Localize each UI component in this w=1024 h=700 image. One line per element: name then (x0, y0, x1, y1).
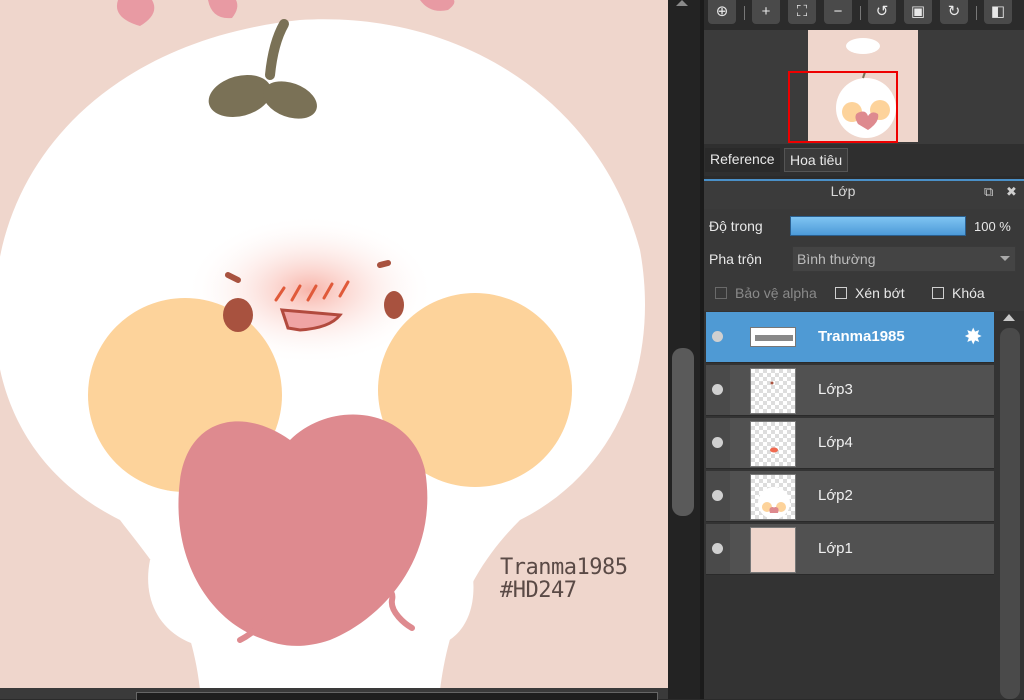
layer-item-tranma1985[interactable]: Tranma1985 ✸ (706, 312, 994, 363)
gear-icon[interactable]: ✸ (964, 324, 982, 350)
view-toolbar: ⊕ + ⛶ − ↺ ▣ ↻ ◧ (704, 0, 1024, 30)
layer-thumbnail (750, 421, 796, 467)
drawing-canvas[interactable]: Tranma1985 #HD247 (0, 0, 668, 688)
tab-navigator[interactable]: Hoa tiêu (784, 148, 849, 172)
opacity-value: 100 % (974, 219, 1011, 234)
layer-item-lop1[interactable]: Lớp1 (706, 524, 994, 575)
layer-thumbnail (750, 474, 796, 520)
scroll-up-arrow-icon[interactable] (676, 0, 688, 6)
fullscreen-icon[interactable]: ▣ (904, 0, 932, 24)
visibility-toggle[interactable] (706, 365, 730, 415)
protect-alpha-checkbox[interactable] (715, 287, 727, 299)
signature-watermark: Tranma1985 #HD247 (500, 555, 628, 603)
layer-name: Lớp1 (818, 540, 853, 557)
rotate-left-icon[interactable]: ↺ (868, 0, 896, 24)
visibility-toggle[interactable] (706, 524, 730, 574)
toolbar-separator (860, 6, 861, 20)
zoom-actual-icon[interactable]: ⊕ (708, 0, 736, 24)
visibility-toggle[interactable] (706, 418, 730, 468)
layer-item-lop3[interactable]: Lớp3 (706, 365, 994, 416)
lock-label: Khóa (952, 285, 985, 301)
toolbar-separator (976, 6, 977, 20)
eye-icon[interactable] (712, 331, 723, 342)
zoom-in-icon[interactable]: + (752, 0, 780, 24)
layer-name: Lớp4 (818, 434, 853, 451)
scroll-up-arrow-icon[interactable] (1003, 314, 1015, 321)
vertical-scroll-thumb[interactable] (672, 348, 694, 516)
watermark-name: Tranma1985 (500, 555, 628, 580)
tab-reference[interactable]: Reference (705, 148, 780, 172)
fit-screen-icon[interactable]: ⛶ (788, 0, 816, 24)
close-icon[interactable]: ✖ (1006, 184, 1017, 200)
zoom-out-icon[interactable]: − (824, 0, 852, 24)
layer-thumbnail (750, 527, 796, 573)
layer-thumbnail (750, 327, 796, 347)
layer-name: Lớp2 (818, 487, 853, 504)
layer-item-lop4[interactable]: Lớp4 (706, 418, 994, 469)
opacity-slider[interactable] (790, 216, 966, 236)
watermark-tag: #HD247 (500, 578, 577, 603)
navigator-viewport-rect[interactable] (788, 71, 898, 143)
eye-icon[interactable] (712, 384, 723, 395)
chevron-down-icon[interactable] (1000, 256, 1010, 261)
blend-mode-select[interactable]: Bình thường (792, 246, 1016, 272)
layer-panel-title: Lớp (830, 183, 856, 199)
lock-checkbox[interactable] (932, 287, 944, 299)
protect-alpha-label: Bảo vệ alpha (735, 285, 817, 301)
flip-icon[interactable]: ◧ (984, 0, 1012, 24)
layer-item-lop2[interactable]: Lớp2 (706, 471, 994, 522)
layer-thumbnail (750, 368, 796, 414)
layer-name: Lớp3 (818, 381, 853, 398)
popout-icon[interactable]: ⧉ (984, 184, 993, 200)
clipping-label: Xén bớt (855, 285, 905, 301)
eye-icon[interactable] (712, 437, 723, 448)
toolbar-separator (744, 6, 745, 20)
visibility-toggle[interactable] (706, 471, 730, 521)
eye-icon[interactable] (712, 490, 723, 501)
layer-list-scroll-thumb[interactable] (1000, 328, 1020, 699)
blend-mode-label: Pha trộn (709, 251, 762, 267)
clipping-checkbox[interactable] (835, 287, 847, 299)
visibility-toggle[interactable] (706, 312, 730, 362)
opacity-label: Độ trong (709, 218, 763, 234)
rotate-right-icon[interactable]: ↻ (940, 0, 968, 24)
layer-name: Tranma1985 (818, 328, 905, 345)
eye-icon[interactable] (712, 543, 723, 554)
